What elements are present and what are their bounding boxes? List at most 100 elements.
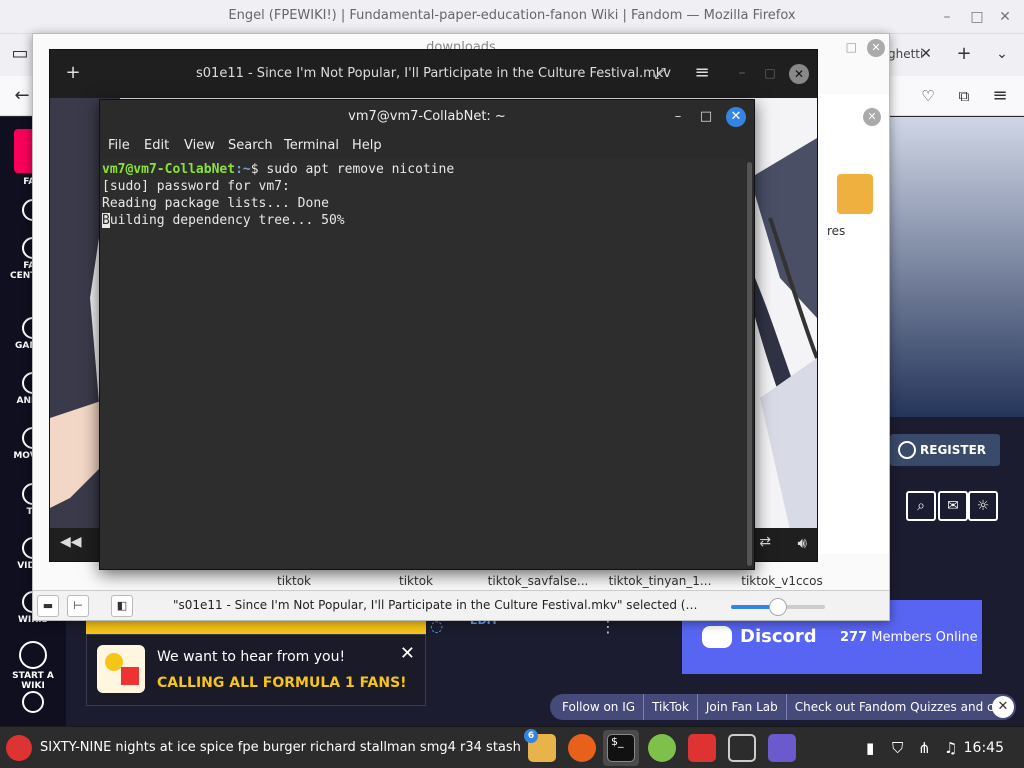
close-icon[interactable]: ✕ bbox=[994, 6, 1016, 28]
user-icon bbox=[22, 691, 44, 713]
firefox-launcher-icon[interactable] bbox=[568, 734, 596, 762]
user-icon bbox=[898, 441, 916, 459]
terminal-output[interactable]: vm7@vm7-CollabNet:~$ sudo apt remove nic… bbox=[100, 158, 746, 569]
discord-icon bbox=[702, 626, 732, 648]
output-line: [sudo] password for vm7: bbox=[102, 179, 290, 194]
pocket-icon[interactable]: ♡ bbox=[916, 84, 940, 108]
clipboard-icon[interactable]: ▮ bbox=[866, 739, 874, 757]
terminal-scrollbar[interactable] bbox=[747, 162, 752, 566]
new-tab-icon[interactable]: + bbox=[952, 42, 976, 66]
menu-search[interactable]: Search bbox=[228, 138, 273, 153]
tab-list-icon[interactable]: ⌄ bbox=[990, 42, 1014, 66]
player-headerbar: + s01e11 - Since I'm Not Popular, I'll P… bbox=[50, 50, 817, 98]
file-item[interactable]: tiktok bbox=[355, 574, 477, 588]
firefox-titlebar: Engel (FPEWIKI!) | Fundamental-paper-edu… bbox=[0, 0, 1024, 34]
menu-file[interactable]: File bbox=[108, 138, 130, 153]
menu-icon[interactable]: ≡ bbox=[988, 84, 1012, 108]
command-text: sudo apt remove nicotine bbox=[266, 162, 455, 177]
close-icon[interactable]: ✕ bbox=[789, 64, 809, 84]
fandom-notification[interactable]: We want to hear from you! CALLING ALL FO… bbox=[86, 634, 426, 706]
sidebar-toggle-icon[interactable]: ◧ bbox=[111, 595, 133, 617]
files-statusbar: ▬ ⊢ ◧ "s01e11 - Since I'm Not Popular, I… bbox=[33, 590, 889, 620]
network-app-icon[interactable] bbox=[648, 734, 676, 762]
minimize-icon[interactable]: – bbox=[936, 6, 958, 28]
music-icon[interactable]: ♫ bbox=[944, 739, 957, 757]
notification-strip bbox=[86, 620, 426, 634]
output-line: uilding dependency tree... 50% bbox=[109, 213, 345, 228]
selection-status: "s01e11 - Since I'm Not Popular, I'll Pa… bbox=[173, 598, 698, 612]
close-icon[interactable]: ✕ bbox=[992, 696, 1014, 718]
firefox-window-title: Engel (FPEWIKI!) | Fundamental-paper-edu… bbox=[228, 8, 796, 23]
file-item[interactable]: tiktok_v1ccos bbox=[721, 574, 843, 588]
menu-terminal[interactable]: Terminal bbox=[284, 138, 339, 153]
discussions-icon[interactable]: ✉ bbox=[938, 491, 968, 521]
close-icon[interactable]: ✕ bbox=[863, 108, 881, 126]
tiktok-link[interactable]: TikTok bbox=[644, 694, 698, 720]
rewind-icon[interactable]: ◀◀ bbox=[60, 534, 82, 550]
tab-overview-icon[interactable]: ▭ bbox=[8, 42, 32, 66]
back-icon[interactable]: ← bbox=[10, 84, 34, 108]
network-icon[interactable]: ⋔ bbox=[918, 739, 931, 757]
search-icon[interactable]: ⌕ bbox=[906, 491, 936, 521]
terminal-titlebar: vm7@vm7-CollabNet: ~ – □ ✕ bbox=[100, 100, 754, 134]
follow-ig-link[interactable]: Follow on IG bbox=[550, 694, 645, 720]
sidebar-item-start-wiki[interactable]: START A WIKI bbox=[0, 641, 66, 691]
files-content-area: ✕ ⋮⋮ res bbox=[817, 94, 889, 554]
menu-view[interactable]: View bbox=[184, 138, 215, 153]
prompt-symbol: $ bbox=[250, 162, 267, 177]
active-window-title[interactable]: SIXTY-NINE nights at ice spice fpe burge… bbox=[40, 740, 521, 755]
theme-toggle-icon[interactable]: ☼ bbox=[968, 491, 998, 521]
notification-badge: 6 bbox=[524, 729, 538, 743]
maximize-icon[interactable]: □ bbox=[696, 107, 716, 127]
menu-help[interactable]: Help bbox=[352, 138, 382, 153]
shuffle-icon[interactable]: ⇄ bbox=[759, 534, 771, 550]
video-app-icon[interactable] bbox=[768, 734, 796, 762]
plus-icon bbox=[19, 641, 47, 669]
survey-illustration-icon bbox=[97, 645, 145, 693]
maximize-icon[interactable]: □ bbox=[759, 62, 781, 84]
discord-name: Discord bbox=[740, 626, 817, 647]
file-item[interactable]: tiktok bbox=[233, 574, 355, 588]
prompt-user: vm7@vm7-CollabNet bbox=[102, 162, 236, 177]
discord-members-online: 277 Members Online bbox=[840, 630, 978, 645]
fullscreen-icon[interactable]: ⤢ bbox=[649, 62, 671, 84]
angry-bird-icon bbox=[6, 735, 32, 761]
download-app-icon[interactable] bbox=[688, 734, 716, 762]
fan-lab-link[interactable]: Join Fan Lab bbox=[698, 694, 787, 720]
terminal-window: vm7@vm7-CollabNet: ~ – □ ✕ File Edit Vie… bbox=[99, 99, 755, 570]
maximize-icon[interactable]: □ bbox=[966, 6, 988, 28]
volume-icon[interactable]: 🔊︎ bbox=[798, 534, 807, 552]
extensions-icon[interactable]: ⧉ bbox=[952, 84, 976, 108]
output-line: Reading package lists... Done bbox=[102, 196, 329, 211]
shield-icon[interactable]: ⛉ bbox=[892, 739, 903, 757]
minimize-icon[interactable]: – bbox=[731, 62, 753, 84]
prompt-path: :~ bbox=[235, 162, 251, 177]
sidebar-item-account[interactable] bbox=[0, 691, 66, 715]
zoom-slider[interactable] bbox=[731, 598, 825, 616]
folder-label: res bbox=[827, 224, 846, 238]
maximize-icon[interactable]: □ bbox=[846, 40, 857, 54]
close-icon[interactable]: ✕ bbox=[726, 107, 746, 127]
tree-view-icon[interactable]: ⊢ bbox=[67, 595, 89, 617]
close-icon[interactable]: ✕ bbox=[400, 643, 415, 664]
tab-close-icon[interactable]: ✕ bbox=[914, 42, 938, 66]
menu-icon[interactable]: ≡ bbox=[691, 62, 713, 84]
file-item[interactable]: tiktok_savfalse... bbox=[477, 574, 599, 588]
notification-cta[interactable]: CALLING ALL FORMULA 1 FANS! bbox=[157, 675, 407, 691]
folder-view-icon[interactable]: ▬ bbox=[37, 595, 59, 617]
minimize-icon[interactable]: – bbox=[668, 107, 688, 127]
clock[interactable]: 16:45 bbox=[964, 740, 1004, 756]
taskbar: SIXTY-NINE nights at ice spice fpe burge… bbox=[0, 726, 1024, 768]
register-button[interactable]: REGISTER bbox=[890, 434, 1000, 466]
close-icon[interactable]: ✕ bbox=[867, 39, 885, 57]
quizzes-link[interactable]: Check out Fandom Quizzes and cha bbox=[787, 694, 1016, 720]
terminal-launcher-icon[interactable]: $_ bbox=[607, 734, 635, 762]
notification-title: We want to hear from you! bbox=[157, 649, 346, 665]
folder-icon[interactable] bbox=[837, 174, 873, 214]
terminal-menubar: File Edit View Search Terminal Help bbox=[100, 134, 754, 158]
zoom-slider-handle[interactable] bbox=[769, 598, 787, 616]
menu-edit[interactable]: Edit bbox=[144, 138, 169, 153]
terminal-title: vm7@vm7-CollabNet: ~ bbox=[348, 109, 506, 124]
settings-app-icon[interactable] bbox=[728, 734, 756, 762]
file-item[interactable]: tiktok_tinyan_1... bbox=[599, 574, 721, 588]
